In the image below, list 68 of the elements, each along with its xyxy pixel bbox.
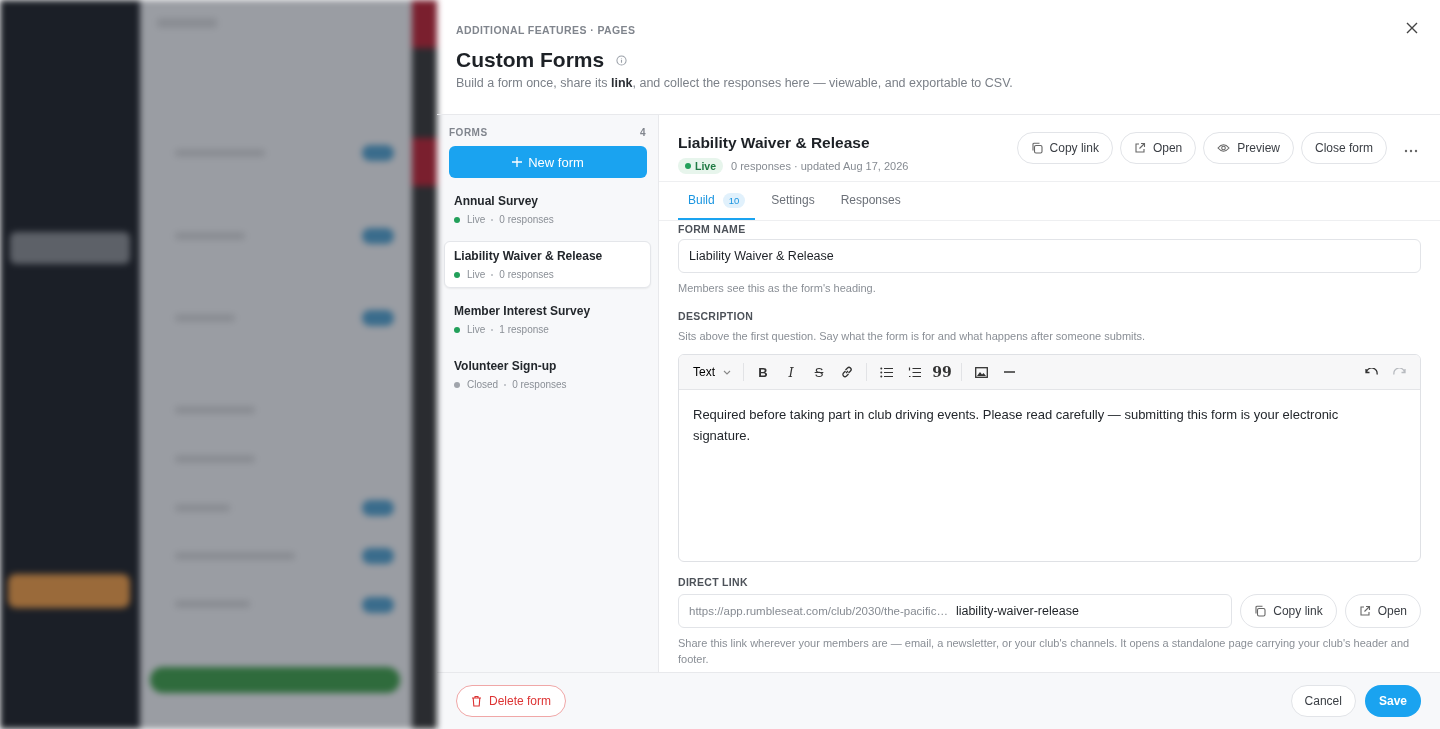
numbered-list-icon [907, 366, 921, 378]
live-badge: Live [678, 158, 723, 174]
forms-count: 4 [639, 127, 646, 138]
form-name: Annual Survey [454, 194, 540, 208]
form-list-item[interactable]: Member Interest Survey Live 1 response [444, 296, 651, 343]
external-link-icon [1133, 142, 1146, 154]
tab-count-badge: 10 [722, 192, 746, 208]
link-icon [840, 365, 854, 379]
link-field[interactable]: https://app.rumbleseat.com/club/2030/the-pacific… liability-waiver-release [678, 594, 1233, 628]
quote-button[interactable]: 99 [929, 359, 955, 385]
horizontal-rule-icon [1003, 371, 1015, 373]
breadcrumb: ADDITIONAL FEATURES · PAGES [456, 24, 636, 36]
cancel-button[interactable]: Cancel [1290, 685, 1356, 717]
bullet-list-icon [879, 366, 893, 378]
form-status: Closed [467, 379, 499, 390]
action-button[interactable]: Preview [1203, 132, 1294, 164]
link-base: https://app.rumbleseat.com/club/2030/the-pacific… [689, 605, 948, 617]
delete-form-button[interactable]: Delete form [456, 685, 567, 717]
field-hint: Members see this as the form's heading. [678, 281, 877, 296]
more-icon [1404, 148, 1418, 153]
form-name: Member Interest Survey [454, 304, 592, 318]
form-name-field[interactable]: Liability Waiver & Release [678, 239, 1421, 273]
page-subtitle: Build a form once, share its link, and collect the responses here — viewable, and exportable to CSV. [456, 76, 1014, 90]
text-style-dropdown[interactable]: Text [687, 365, 737, 379]
undo-icon [1364, 367, 1378, 377]
bold-button[interactable]: B [750, 359, 776, 385]
redo-icon [1392, 367, 1406, 377]
form-status: Live [467, 324, 486, 335]
close-icon [1406, 22, 1418, 34]
copy-icon [1254, 605, 1267, 617]
form-title: Liability Waiver & Release [678, 134, 871, 152]
editor-content[interactable]: Required before taking part in club driving events. Please read carefully — submitting this form is your electronic signature. [679, 390, 1420, 561]
form-status: Live [467, 269, 486, 280]
form-status: Live [467, 214, 486, 225]
tab[interactable]: Responses [830, 182, 911, 220]
action-button[interactable]: Copy link [1016, 132, 1113, 164]
link-slug: liability-waiver-release [955, 604, 1079, 618]
link-action-button[interactable]: Copy link [1240, 594, 1337, 628]
response-count: 0 responses [512, 379, 567, 390]
response-count: 1 response [499, 324, 549, 335]
response-count: 0 responses [499, 269, 554, 280]
page-title: Custom Forms [456, 48, 605, 72]
response-count: 0 responses [499, 214, 554, 225]
image-icon [974, 366, 988, 378]
trash-icon [471, 695, 482, 707]
form-name: Liability Waiver & Release [454, 249, 604, 263]
form-list-item[interactable]: Liability Waiver & Release Live 0 responses [444, 241, 651, 288]
copy-icon [1030, 142, 1043, 154]
form-meta: 0 responses · updated Aug 17, 2026 [731, 160, 909, 172]
form-list-item[interactable]: Volunteer Sign-up Closed 0 responses [444, 351, 651, 398]
tab[interactable]: Settings [761, 182, 825, 220]
field-hint: Share this link wherever your members are — email, a newsletter, or your club's channels. It opens a standalone page carrying your club's header and footer. [678, 636, 1411, 667]
field-label: FORM NAME [678, 223, 747, 235]
form-list-item[interactable]: Annual Survey Live 0 responses [444, 186, 651, 233]
field-hint: Sits above the first question. Say what the form is for and what happens after someone submits. [678, 329, 1147, 344]
field-label: DIRECT LINK [678, 576, 749, 588]
action-button[interactable]: Open [1119, 132, 1197, 164]
form-name: Volunteer Sign-up [454, 359, 558, 373]
external-link-icon [1358, 605, 1371, 617]
strikethrough-button[interactable]: S [806, 359, 832, 385]
action-button[interactable]: Close form [1301, 132, 1387, 164]
italic-button[interactable]: I [778, 359, 804, 385]
forms-heading: FORMS [449, 127, 488, 138]
chevron-down-icon [723, 369, 731, 375]
plus-icon [512, 157, 523, 167]
field-label: DESCRIPTION [678, 310, 755, 322]
eye-icon [1217, 143, 1231, 153]
link-action-button[interactable]: Open [1344, 594, 1421, 628]
